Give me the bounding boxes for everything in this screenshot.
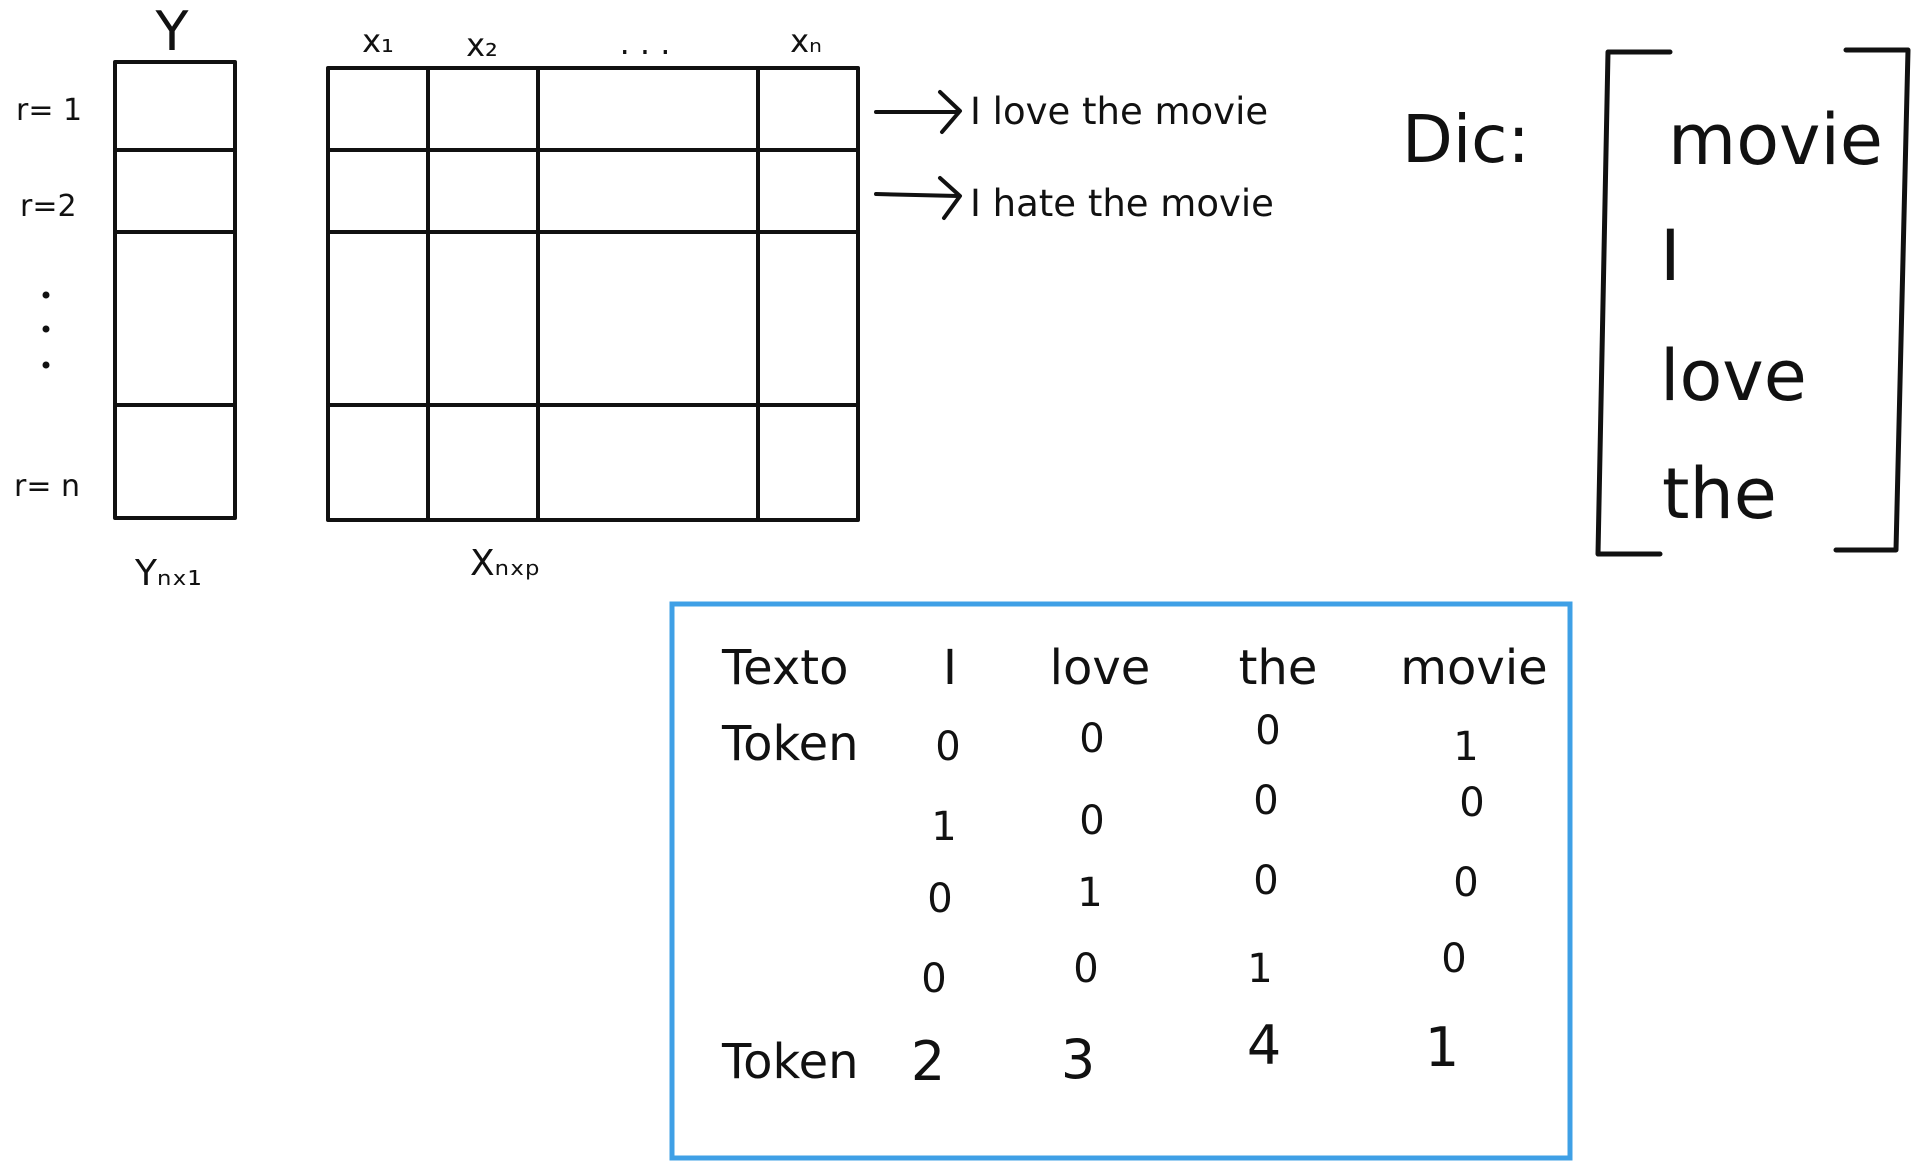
ellipsis-dot <box>42 325 50 333</box>
table-cell: 0 <box>1459 780 1484 826</box>
table-cell: 0 <box>1253 858 1278 904</box>
dictionary: Dic: movie I love the <box>1402 47 1911 557</box>
y-matrix: Y r= 1 r=2 r= n Yₙₓ₁ <box>14 0 237 594</box>
table-cell: 0 <box>1255 708 1280 754</box>
table-cell: 0 <box>935 724 960 770</box>
x-column-ellipsis: . . . <box>620 24 671 62</box>
dictionary-word-2: I <box>1660 215 1681 297</box>
table-final-value: 4 <box>1247 1014 1281 1077</box>
table-cell: 0 <box>1453 860 1478 906</box>
token-table: Texto I love the movie Token 0 0 0 1 1 0… <box>669 601 1573 1161</box>
x-column-label-1: x₁ <box>362 22 394 60</box>
x-matrix-caption: Xₙₓₚ <box>470 543 540 584</box>
table-column-header: I <box>943 640 957 696</box>
table-column-header: movie <box>1400 640 1547 696</box>
table-final-value: 3 <box>1061 1028 1095 1091</box>
table-cell: 0 <box>1253 778 1278 824</box>
y-matrix-caption: Yₙₓ₁ <box>134 553 202 594</box>
table-final-value: 1 <box>1425 1016 1459 1079</box>
left-bracket-icon <box>1595 49 1673 557</box>
arrow-icon <box>874 90 962 134</box>
table-column-header: the <box>1239 640 1318 696</box>
x-matrix-frame <box>326 66 860 522</box>
y-row-label-2: r=2 <box>20 189 77 224</box>
dictionary-word-4: the <box>1662 453 1777 535</box>
table-cell: 1 <box>1077 870 1102 916</box>
x-column-label-2: x₂ <box>466 26 498 64</box>
y-matrix-header: Y <box>155 0 190 63</box>
table-final-token-label: Token <box>721 1034 859 1090</box>
sentence-2: I hate the movie <box>874 176 1274 225</box>
vertical-ellipsis <box>42 291 50 369</box>
table-cell: 0 <box>1079 798 1104 844</box>
ellipsis-dot <box>42 361 50 369</box>
x-matrix: x₁ x₂ . . . xₙ Xₙₓₚ <box>326 22 860 584</box>
y-row-label-1: r= 1 <box>16 93 82 128</box>
y-matrix-frame <box>113 60 237 520</box>
table-cell: 0 <box>1441 936 1466 982</box>
table-final-value: 2 <box>911 1030 945 1093</box>
table-cell: 0 <box>921 956 946 1002</box>
table-cell: 0 <box>927 876 952 922</box>
y-row-label-n: r= n <box>14 469 80 504</box>
sentence-1: I love the movie <box>874 90 1268 134</box>
sentence-2-text: I hate the movie <box>970 182 1274 225</box>
ellipsis-dot <box>42 291 50 299</box>
table-column-header: love <box>1050 640 1151 696</box>
table-cell: 0 <box>1079 716 1104 762</box>
x-column-label-n: xₙ <box>790 22 822 60</box>
table-cell: 1 <box>1247 946 1272 992</box>
table-cell: 0 <box>1073 946 1098 992</box>
dictionary-word-3: love <box>1660 335 1807 417</box>
tokenization-diagram: Y r= 1 r=2 r= n Yₙₓ₁ x₁ x₂ . . . xₙ Xₙₓₚ <box>14 0 1911 1161</box>
table-token-label: Token <box>721 716 859 772</box>
dictionary-word-1: movie <box>1668 99 1883 181</box>
sentence-1-text: I love the movie <box>970 90 1268 133</box>
table-cell: 1 <box>931 804 956 850</box>
table-header-label: Texto <box>721 640 848 696</box>
dictionary-label: Dic: <box>1402 101 1530 178</box>
arrow-icon <box>874 176 962 220</box>
table-cell: 1 <box>1453 724 1478 770</box>
